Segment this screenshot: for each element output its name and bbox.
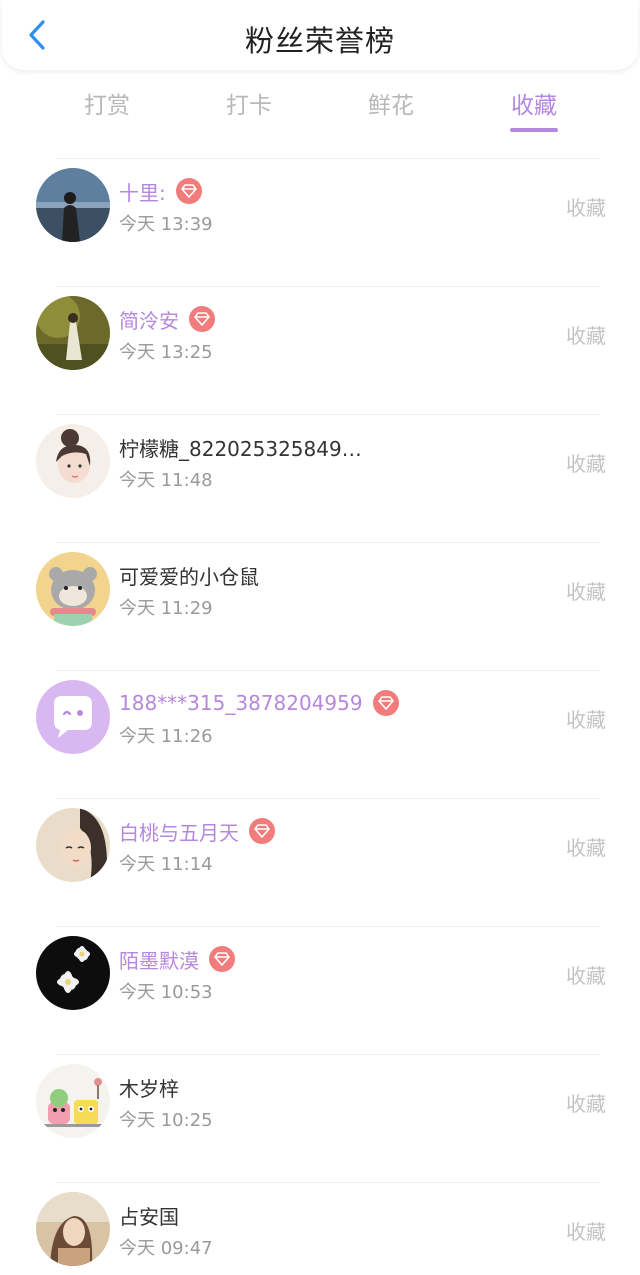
collect-label[interactable]: 收藏	[566, 832, 606, 861]
diamond-badge-icon	[249, 818, 275, 844]
avatar[interactable]	[36, 424, 110, 498]
avatar[interactable]	[36, 296, 110, 370]
collect-label[interactable]: 收藏	[566, 320, 606, 349]
diamond-badge-icon	[209, 946, 235, 972]
top-bar: 粉丝荣誉榜	[2, 0, 638, 70]
active-tab-indicator	[510, 128, 558, 132]
collect-label[interactable]: 收藏	[566, 960, 606, 989]
fan-time: 今天 09:47	[119, 1238, 213, 1259]
avatar[interactable]	[36, 168, 110, 242]
list-item[interactable]: 简泠安 今天 13:25 收藏	[0, 278, 640, 406]
list-item[interactable]: 十里: 今天 13:39 收藏	[0, 150, 640, 278]
collect-label[interactable]: 收藏	[566, 704, 606, 733]
fan-time: 今天 11:29	[119, 598, 213, 619]
collect-label[interactable]: 收藏	[566, 448, 606, 477]
fan-name: 占安国	[119, 1204, 179, 1229]
fan-name: 可爱爱的小仓鼠	[119, 564, 259, 589]
fan-name: 188***315_3878204959	[119, 691, 363, 715]
avatar[interactable]	[36, 552, 110, 626]
collect-label[interactable]: 收藏	[566, 192, 606, 221]
fan-time: 今天 10:25	[119, 1110, 213, 1131]
list-item[interactable]: 白桃与五月天 今天 11:14 收藏	[0, 790, 640, 918]
collect-label[interactable]: 收藏	[566, 1216, 606, 1245]
tab-label: 打卡	[226, 93, 272, 119]
page-title: 粉丝荣誉榜	[244, 24, 395, 58]
list-item[interactable]: 木岁梓 今天 10:25 收藏	[0, 1046, 640, 1174]
fan-time: 今天 11:48	[119, 470, 213, 491]
list-item[interactable]: 陌墨默漠 今天 10:53 收藏	[0, 918, 640, 1046]
fan-time: 今天 11:14	[119, 854, 213, 875]
fan-list: 十里: 今天 13:39 收藏 简泠安 今天 13:25 收藏 柠檬糖_8220…	[0, 150, 640, 1275]
fan-time: 今天 13:25	[119, 342, 213, 363]
fan-time: 今天 13:39	[119, 214, 213, 235]
tab-dashang[interactable]: 打赏	[62, 84, 152, 136]
fan-name: 白桃与五月天	[119, 820, 239, 845]
collect-label[interactable]: 收藏	[566, 576, 606, 605]
tab-shoucang[interactable]: 收藏	[489, 84, 579, 136]
tab-label: 鲜花	[368, 93, 414, 119]
list-item[interactable]: 柠檬糖_822025325849… 今天 11:48 收藏	[0, 406, 640, 534]
diamond-badge-icon	[372, 690, 399, 716]
tab-xianhua[interactable]: 鲜花	[346, 84, 436, 136]
fan-name: 木岁梓	[119, 1076, 179, 1101]
avatar[interactable]	[36, 1192, 110, 1266]
avatar[interactable]	[36, 936, 110, 1010]
tab-label: 收藏	[511, 93, 557, 119]
tab-label: 打赏	[84, 93, 130, 119]
tab-daka[interactable]: 打卡	[204, 84, 294, 136]
fan-time: 今天 10:53	[119, 982, 213, 1003]
fan-time: 今天 11:26	[119, 726, 213, 747]
avatar[interactable]	[36, 808, 110, 882]
list-item[interactable]: 188***315_3878204959 今天 11:26 收藏	[0, 662, 640, 790]
avatar[interactable]	[36, 680, 110, 754]
fan-name: 简泠安	[119, 308, 179, 333]
diamond-badge-icon	[175, 178, 202, 204]
fan-name: 十里:	[119, 180, 166, 205]
tab-bar: 打赏 打卡 鲜花 收藏	[35, 84, 605, 140]
fan-name: 陌墨默漠	[119, 948, 199, 973]
fan-name: 柠檬糖_822025325849…	[119, 436, 362, 461]
collect-label[interactable]: 收藏	[566, 1088, 606, 1117]
list-item[interactable]: 可爱爱的小仓鼠 今天 11:29 收藏	[0, 534, 640, 662]
avatar[interactable]	[36, 1064, 110, 1138]
list-item[interactable]: 占安国 今天 09:47 收藏	[0, 1174, 640, 1275]
diamond-badge-icon	[189, 306, 215, 332]
